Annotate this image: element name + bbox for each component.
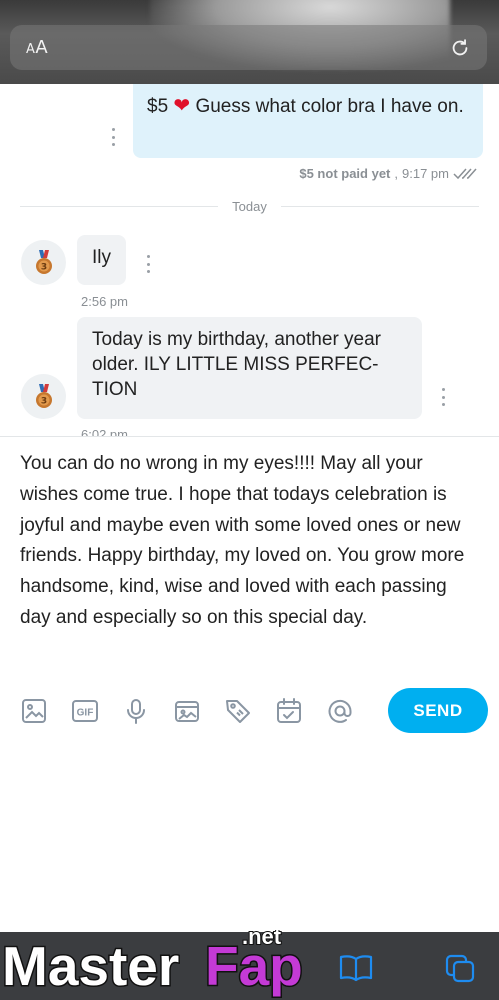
reload-icon[interactable] [449,37,471,59]
calendar-icon [277,698,301,723]
voice-message-button[interactable] [122,697,150,725]
message-options-icon[interactable] [440,388,446,406]
incoming-message-text: Today is my birthday, another year older… [92,329,382,400]
message-input[interactable]: You can do no wrong in my eyes!!!! May a… [20,449,480,634]
avatar[interactable]: 3 [21,240,66,285]
tabs-icon[interactable] [444,953,476,983]
add-image-button[interactable] [20,697,48,725]
incoming-message-text: Ily [92,247,111,268]
set-price-button[interactable] [224,697,252,725]
date-divider-label: Today [232,198,267,214]
watermark-logo: Master Fap .net [2,930,302,999]
composer-divider [0,436,499,437]
message-time: 9:17 pm [402,166,449,181]
message-options-icon[interactable] [110,128,116,146]
image-icon [22,699,46,723]
chat-thread: $5 ❤ Guess what color bra I have on. $5 … [0,84,499,436]
browser-top-bar: AA [0,0,499,84]
send-button[interactable]: SEND [388,688,488,733]
incoming-message: Today is my birthday, another year older… [77,317,422,419]
vault-media-button[interactable] [173,697,201,725]
payment-status: $5 not paid yet [299,166,391,181]
bronze-medal-icon: 3 [35,383,52,408]
svg-text:3: 3 [40,396,46,406]
price-tag-icon [226,700,250,723]
text-size-large-label: A [35,37,49,58]
mention-button[interactable] [326,697,354,725]
text-size-small-label: A [26,42,36,57]
composer-toolbar: GIF SEND [20,688,488,734]
microphone-icon [127,699,145,724]
incoming-message: Ily [77,235,126,285]
message-time: 2:56 pm [81,294,128,309]
outgoing-message-text: Guess what color bra I have on. [190,96,464,117]
bookmarks-icon[interactable] [338,953,374,983]
address-bar[interactable]: AA [10,25,487,70]
outgoing-message-meta: $5 not paid yet , 9:17 pm [299,166,477,181]
add-gif-button[interactable]: GIF [71,697,99,725]
gif-label: GIF [77,708,94,719]
message-price: $5 [147,96,169,117]
gif-icon: GIF [72,700,98,722]
svg-text:3: 3 [40,262,46,272]
outgoing-message: $5 ❤ Guess what color bra I have on. [133,84,483,158]
media-vault-icon [175,701,199,722]
heart-icon: ❤ [173,95,191,117]
watermark-brand-white: Master [2,935,179,997]
meta-separator: , [394,166,399,181]
mention-icon [328,699,352,723]
bronze-medal-icon: 3 [35,249,52,274]
message-options-icon[interactable] [145,255,151,273]
double-check-icon [453,168,477,179]
schedule-button[interactable] [275,697,303,725]
date-divider: Today [20,197,480,215]
message-time: 6:02 pm [81,427,128,436]
watermark-tld: .net [242,930,282,949]
avatar[interactable]: 3 [21,374,66,419]
text-size-button[interactable]: AA [26,37,48,58]
